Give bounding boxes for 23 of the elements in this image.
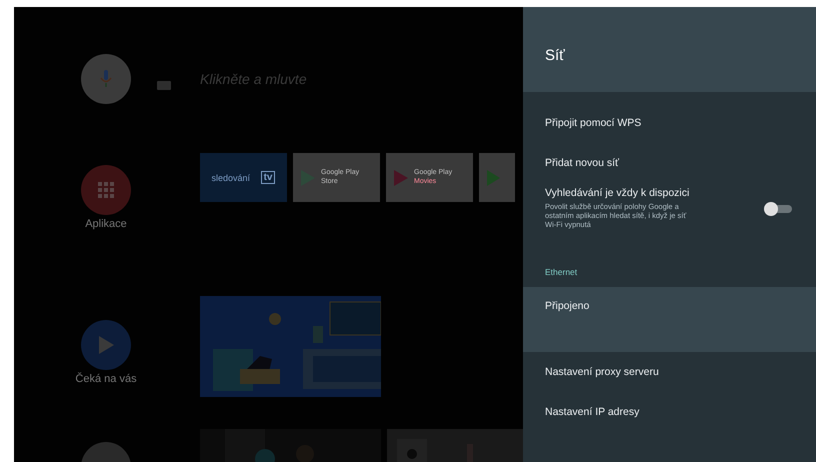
menu-item[interactable]: Přidat novou síť (523, 143, 816, 183)
menu-item[interactable]: Připojeno (523, 287, 816, 352)
search-hint: Klikněte a mluvte (200, 71, 307, 87)
play-next-button[interactable] (81, 320, 131, 370)
microphone-icon (100, 70, 112, 88)
menu-item[interactable]: Připojit pomocí WPS (523, 103, 816, 143)
menu-item[interactable]: Nastavení proxy serveru (523, 352, 816, 392)
apps-button[interactable] (81, 165, 131, 215)
section-header: Ethernet (545, 267, 578, 277)
voice-search-button[interactable] (81, 54, 131, 104)
toggle-switch[interactable] (764, 202, 794, 216)
panel-title: Síť (523, 7, 816, 92)
watch-next-label: Čeká na vás (75, 373, 137, 385)
play-logo-icon (392, 168, 410, 186)
app-tile[interactable] (479, 153, 515, 202)
menu-item[interactable]: Nastavení IP adresy (523, 392, 816, 432)
setting-title: Vyhledávání je vždy k dispozici (545, 187, 690, 199)
play-logo-icon (485, 168, 501, 186)
app-tile[interactable]: sledování tv (200, 153, 287, 202)
play-icon (98, 336, 114, 354)
grid-icon (98, 182, 114, 198)
keyboard-icon[interactable] (157, 81, 171, 90)
apps-label: Aplikace (85, 218, 127, 230)
